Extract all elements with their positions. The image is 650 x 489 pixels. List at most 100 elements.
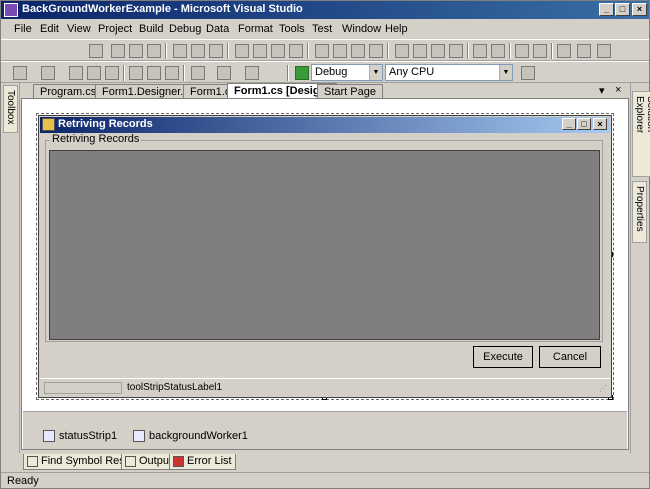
configuration-dropdown[interactable]: Debug ▼ <box>311 64 383 81</box>
new-project-icon[interactable] <box>13 66 27 80</box>
form-title-bar: Retriving Records _ □ × <box>40 117 610 133</box>
toolbox-tab[interactable]: Toolbox <box>3 85 18 133</box>
align-right-icon[interactable] <box>147 44 161 58</box>
start-debug-icon[interactable] <box>295 66 309 80</box>
size-grip-icon[interactable]: ⋰ <box>599 384 607 393</box>
status-text: Ready <box>7 475 39 487</box>
tab-order-icon[interactable] <box>557 44 571 58</box>
properties-tab[interactable]: Properties <box>632 181 647 243</box>
paste-icon[interactable] <box>165 66 179 80</box>
tab-label: Output <box>139 455 173 467</box>
status-strip[interactable]: toolStripStatusLabel1 ⋰ <box>40 378 610 395</box>
decrease-h-spacing-icon[interactable] <box>351 44 365 58</box>
copy-icon[interactable] <box>147 66 161 80</box>
align-top-icon[interactable] <box>173 44 187 58</box>
find-in-files-icon[interactable] <box>521 66 535 80</box>
menu-tools[interactable]: Tools <box>279 23 305 35</box>
save-all-icon[interactable] <box>105 66 119 80</box>
horizontal-spacing-icon[interactable] <box>315 44 329 58</box>
save-icon[interactable] <box>87 66 101 80</box>
configuration-value: Debug <box>315 66 348 78</box>
toolbar-separator <box>467 43 469 59</box>
solution-explorer-tab[interactable]: Solution Explorer <box>632 91 650 177</box>
data-grid-view[interactable] <box>49 150 600 340</box>
close-document-icon[interactable]: × <box>615 84 621 96</box>
tab-output[interactable]: Output <box>121 454 177 470</box>
progress-bar <box>44 382 122 394</box>
remove-v-spacing-icon[interactable] <box>449 44 463 58</box>
align-left-icon[interactable] <box>111 44 125 58</box>
align-bottom-icon[interactable] <box>209 44 223 58</box>
right-tool-strip: Solution Explorer Properties <box>630 83 650 453</box>
tab-dropdown-icon[interactable]: ▾ <box>599 84 605 97</box>
lock-controls-icon[interactable] <box>577 44 591 58</box>
status-strip-icon <box>43 430 55 443</box>
menu-file[interactable]: File <box>14 23 32 35</box>
add-item-icon[interactable] <box>41 66 55 80</box>
toolbar-separator <box>307 43 309 59</box>
tab-program-cs[interactable]: Program.cs <box>33 84 104 99</box>
vertical-spacing-icon[interactable] <box>395 44 409 58</box>
remove-h-spacing-icon[interactable] <box>369 44 383 58</box>
visual-studio-icon <box>4 3 18 17</box>
menu-format[interactable]: Format <box>238 23 273 35</box>
open-folder-icon[interactable] <box>69 66 83 80</box>
status-bar: Ready <box>1 472 649 488</box>
tab-start-page[interactable]: Start Page <box>317 84 383 99</box>
menu-project[interactable]: Project <box>98 23 132 35</box>
toolbar-separator <box>551 43 553 59</box>
chevron-down-icon: ▼ <box>499 65 512 80</box>
menu-edit[interactable]: Edit <box>40 23 59 35</box>
center-horizontally-icon[interactable] <box>473 44 487 58</box>
maximize-button[interactable]: □ <box>615 3 630 16</box>
menu-test[interactable]: Test <box>312 23 332 35</box>
form-title: Retriving Records <box>58 118 153 130</box>
make-same-height-icon[interactable] <box>253 44 267 58</box>
menu-window[interactable]: Window <box>342 23 381 35</box>
toolbar-overflow-icon[interactable] <box>597 44 611 58</box>
undo-icon[interactable] <box>191 66 205 80</box>
menu-build[interactable]: Build <box>139 23 163 35</box>
execute-button[interactable]: Execute <box>473 346 533 368</box>
minimize-button[interactable]: _ <box>599 3 614 16</box>
standard-toolbar: Debug ▼ Any CPU ▼ <box>1 61 649 83</box>
menu-help[interactable]: Help <box>385 23 408 35</box>
platform-dropdown[interactable]: Any CPU ▼ <box>385 64 513 81</box>
title-bar: BackGroundWorkerExample - Microsoft Visu… <box>1 1 649 19</box>
make-same-size-icon[interactable] <box>271 44 285 58</box>
align-grid-icon[interactable] <box>89 44 103 58</box>
cancel-button[interactable]: Cancel <box>539 346 601 368</box>
toolbar-separator <box>387 43 389 59</box>
decrease-v-spacing-icon[interactable] <box>431 44 445 58</box>
designer-surface: Retriving Records _ □ × Retriving Record… <box>21 98 629 450</box>
center-vertically-icon[interactable] <box>491 44 505 58</box>
form-close-button[interactable]: × <box>593 118 607 130</box>
menu-view[interactable]: View <box>67 23 91 35</box>
bring-to-front-icon[interactable] <box>515 44 529 58</box>
platform-value: Any CPU <box>389 66 435 78</box>
cut-icon[interactable] <box>129 66 143 80</box>
left-tool-strip: Toolbox <box>2 83 20 453</box>
increase-v-spacing-icon[interactable] <box>413 44 427 58</box>
tab-error-list[interactable]: Error List <box>169 454 236 470</box>
tray-background-worker[interactable]: backgroundWorker1 <box>133 430 248 443</box>
close-button[interactable]: × <box>632 3 647 16</box>
form-minimize-button[interactable]: _ <box>562 118 576 130</box>
navigate-backward-icon[interactable] <box>245 66 259 80</box>
align-middle-icon[interactable] <box>191 44 205 58</box>
redo-icon[interactable] <box>217 66 231 80</box>
make-same-width-icon[interactable] <box>235 44 249 58</box>
form-maximize-button[interactable]: □ <box>577 118 591 130</box>
tray-status-strip[interactable]: statusStrip1 <box>43 430 117 443</box>
records-group-box[interactable]: Retriving Records <box>45 133 603 342</box>
toolbar-separator <box>227 43 229 59</box>
send-to-back-icon[interactable] <box>533 44 547 58</box>
menu-debug[interactable]: Debug <box>169 23 201 35</box>
align-center-icon[interactable] <box>129 44 143 58</box>
component-tray: statusStrip1 backgroundWorker1 <box>23 411 627 449</box>
increase-h-spacing-icon[interactable] <box>333 44 347 58</box>
menu-bar: File Edit View Project Build Debug Data … <box>1 20 649 39</box>
menu-data[interactable]: Data <box>206 23 229 35</box>
tab-label: Error List <box>187 455 232 467</box>
size-to-grid-icon[interactable] <box>289 44 303 58</box>
